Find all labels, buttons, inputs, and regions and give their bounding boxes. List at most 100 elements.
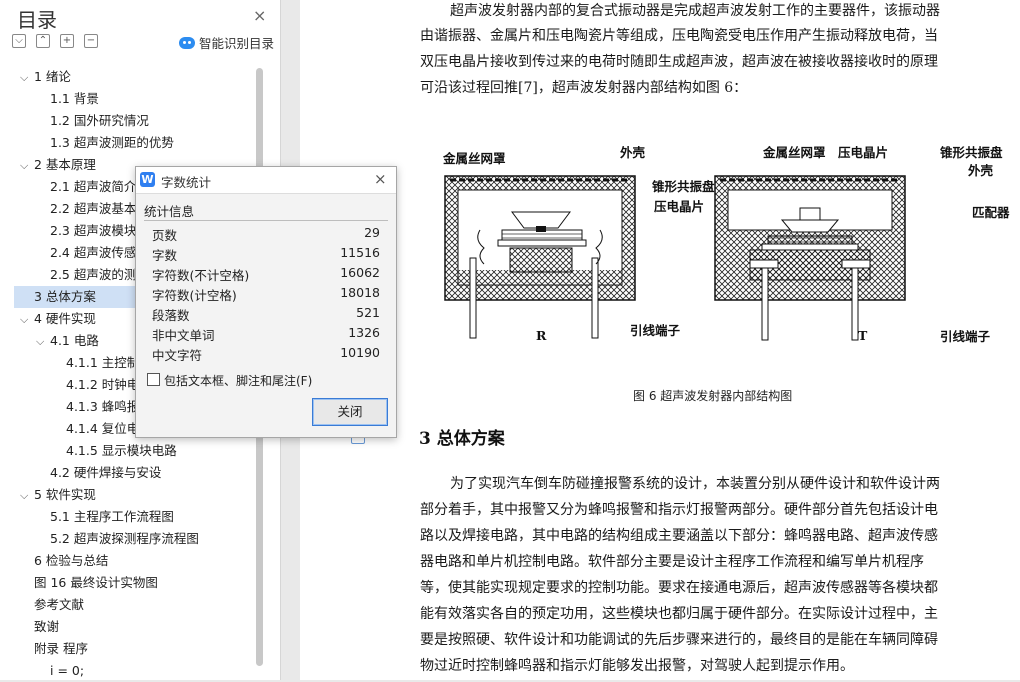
stat-row: 字符数(不计空格) 16062 [152, 265, 380, 285]
paragraph-line: 等，使其能实现规定要求的控制功能。要求在接通电源后，超声波传感器等各模块都 [420, 580, 938, 596]
toc-item[interactable]: 1.3 超声波测距的优势 [50, 132, 250, 154]
stat-value: 521 [356, 305, 380, 320]
toc-item[interactable]: 3 总体方案 [14, 286, 144, 308]
transmitter-diagram [714, 175, 906, 341]
paragraph-line: 可沿该过程回推[7]，超声波发射器内部结构如图 6： [420, 80, 748, 96]
include-notes-label[interactable]: 包括文本框、脚注和尾注(F) [164, 372, 312, 389]
label-piezo: 压电晶片 [654, 199, 705, 214]
paragraph-line: 能有效落实各自的预定功用，这些模块也都归属于硬件部分。在实际设计过程中，主 [420, 606, 938, 622]
toc-item[interactable]: 1.1 背景 [50, 88, 250, 110]
stat-value: 1326 [348, 325, 380, 340]
stat-value: 16062 [340, 265, 380, 280]
toc-item-label: 4.1.1 主控制 [66, 355, 140, 370]
toc-item-label: 2.3 超声波模块 [50, 223, 137, 238]
label-matcher: 匹配器 [972, 205, 1010, 220]
close-icon[interactable]: × [253, 6, 266, 25]
word-count-dialog: W 字数统计 × 统计信息 页数 29 字数 11516 字符数(不计空格) 16062 字… [135, 166, 397, 438]
smart-toc-button[interactable]: 智能识别目录 [179, 33, 274, 52]
stat-label: 字符数(不计空格) [152, 268, 250, 283]
stat-row: 中文字符 10190 [152, 345, 380, 365]
label-shell: 外壳 [620, 145, 646, 160]
label-cone-2: 锥形共振盘 [940, 145, 1003, 160]
stat-value: 10190 [340, 345, 380, 360]
add-level-icon[interactable]: + [60, 34, 74, 48]
stat-label: 中文字符 [152, 348, 203, 363]
toc-item-label: 3 总体方案 [34, 289, 96, 304]
figure-caption: 图 6 超声波发射器内部结构图 [633, 389, 793, 403]
paragraph-line: 为了实现汽车倒车防碰撞报警系统的设计，本装置分别从硬件设计和软件设计两 [450, 476, 940, 492]
paragraph-line: 超声波发射器内部的复合式振动器是完成超声波发射工作的主要器件，该振动器 [450, 3, 940, 19]
toc-item-label: 4.1.2 时钟电 [66, 377, 140, 392]
toc-item-label: 6 检验与总结 [34, 553, 109, 568]
paragraph-line: 由谐振器、金属片和压电陶瓷片等组成，压电陶瓷受电压作用产生振动释放电荷，当 [420, 28, 938, 44]
toc-item[interactable]: ⌵ 5 软件实现 [20, 484, 250, 506]
chevron-down-icon[interactable]: ⌵ [20, 155, 34, 176]
toc-item[interactable]: i = 0; [50, 660, 250, 682]
toc-item[interactable]: 致谢 [34, 616, 250, 638]
toc-item-label: 4.1 电路 [50, 333, 99, 348]
paragraph-line: 部分着手，其中报警又分为蜂鸣报警和指示灯报警两部分。硬件部分首先包括设计电 [420, 502, 938, 518]
figure-6: 金属丝网罩 外壳 锥形共振盘 压电晶片 R 引线端子 金属丝网罩 压电晶片 锥形… [440, 140, 1010, 369]
toc-item-label: 致谢 [34, 619, 60, 634]
label-metal-mesh: 金属丝网罩 [443, 151, 506, 166]
paragraph-line: 物过近时控制蜂鸣器和指示灯能够发出报警，对驾驶人起到提示作用。 [420, 658, 854, 674]
toc-item-label: 2.1 超声波简介 [50, 179, 137, 194]
toc-item[interactable]: 5.1 主程序工作流程图 [50, 506, 250, 528]
label-cone: 锥形共振盘 [652, 179, 715, 194]
stat-label: 字符数(计空格) [152, 288, 237, 303]
toc-item-label: 5 软件实现 [34, 487, 96, 502]
toc-item[interactable]: 5.2 超声波探测程序流程图 [50, 528, 250, 550]
toc-item-label: 1.3 超声波测距的优势 [50, 135, 174, 150]
collapse-all-icon[interactable]: ⌃ [36, 34, 50, 48]
stat-label: 非中文单词 [152, 328, 215, 343]
label-piezo-2: 压电晶片 [838, 145, 889, 160]
dialog-close-icon[interactable]: × [374, 170, 387, 188]
paragraph-line: 器电路和单片机控制电路。软件部分主要是设计主程序工作流程和编写单片机程序 [420, 554, 924, 570]
toc-item-label: 2.4 超声波传感 [50, 245, 137, 260]
stat-label: 字数 [152, 248, 178, 263]
stat-value: 11516 [340, 245, 380, 260]
label-shell-2: 外壳 [968, 163, 994, 178]
toc-item-label: 4.2 硬件焊接与安设 [50, 465, 162, 480]
stat-row: 字符数(计空格) 18018 [152, 285, 380, 305]
toc-item[interactable]: 参考文献 [34, 594, 250, 616]
stat-row: 字数 11516 [152, 245, 380, 265]
toc-item[interactable]: ⌵ 1 绪论 [20, 66, 250, 88]
chevron-down-icon[interactable]: ⌵ [20, 67, 34, 88]
toc-item[interactable]: 1.2 国外研究情况 [50, 110, 250, 132]
toc-item-label: 2 基本原理 [34, 157, 96, 172]
stats-section-title: 统计信息 [144, 204, 195, 219]
label-lead-2: 引线端子 [940, 329, 991, 344]
paragraph-line: 路以及焊接电路，其中电路的结构组成主要涵盖以下部分：蜂鸣器电路、超声波传感 [420, 528, 938, 544]
receiver-diagram [444, 175, 636, 339]
stat-row: 页数 29 [152, 225, 380, 245]
toc-item-label: 1 绪论 [34, 69, 71, 84]
toc-item[interactable]: 图 16 最终设计实物图 [34, 572, 250, 594]
wps-logo-icon: W [140, 172, 155, 187]
paragraph-line: 双压电晶片接收到传过来的电荷时随即生成超声波，超声波在被接收器接收时的原理 [420, 54, 938, 70]
expand-all-icon[interactable]: ⌵ [12, 34, 26, 48]
toc-item[interactable]: 4.1.5 显示模块电路 [66, 440, 250, 462]
toc-item[interactable]: 附录 程序 [34, 638, 250, 660]
stat-value: 18018 [340, 285, 380, 300]
stat-row: 非中文单词 1326 [152, 325, 380, 345]
toc-item[interactable]: 4.2 硬件焊接与安设 [50, 462, 250, 484]
toc-item-label: 4.1.4 复位电 [66, 421, 140, 436]
remove-level-icon[interactable]: − [84, 34, 98, 48]
dialog-titlebar[interactable]: W 字数统计 × [136, 167, 396, 194]
chevron-down-icon[interactable]: ⌵ [20, 485, 34, 506]
smart-toc-label: 智能识别目录 [199, 36, 275, 51]
chevron-down-icon[interactable]: ⌵ [36, 331, 50, 352]
chevron-down-icon[interactable]: ⌵ [20, 309, 34, 330]
label-lead: 引线端子 [630, 323, 681, 338]
toc-item-label: 参考文献 [34, 597, 85, 612]
label-metal-mesh-2: 金属丝网罩 [763, 145, 826, 160]
document-page: 超声波发射器内部的复合式振动器是完成超声波发射工作的主要器件，该振动器由谐振器、… [300, 0, 1020, 680]
toc-item[interactable]: 6 检验与总结 [34, 550, 250, 572]
stat-value: 29 [364, 225, 380, 240]
paragraph-line: 要是按照硬、软件设计和功能调试的先后步骤来进行的，最终目的是能在车辆同障碍 [420, 632, 938, 648]
close-button[interactable]: 关闭 [312, 398, 388, 426]
toc-item-label: 5.1 主程序工作流程图 [50, 509, 174, 524]
toc-item-label: 1.2 国外研究情况 [50, 113, 149, 128]
include-notes-checkbox[interactable] [147, 373, 160, 386]
